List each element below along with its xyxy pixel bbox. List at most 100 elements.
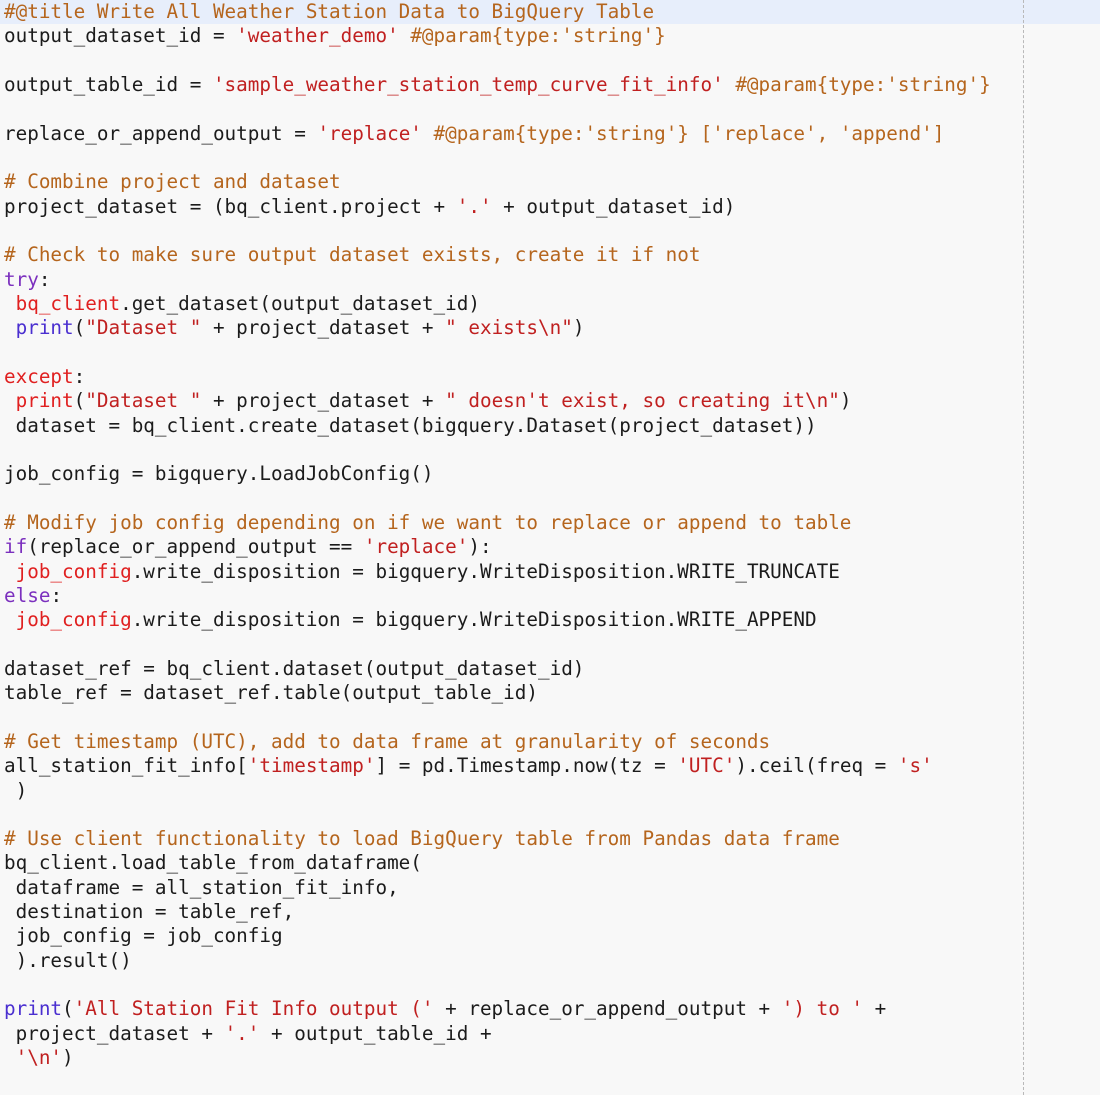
code-line[interactable]: else: xyxy=(0,584,1100,608)
code-token: # Check to make sure output dataset exis… xyxy=(4,243,701,267)
code-line[interactable]: print("Dataset " + project_dataset + " e… xyxy=(0,316,1100,340)
code-token: table_ref = dataset_ref.table(output_tab… xyxy=(4,681,538,705)
code-line[interactable] xyxy=(0,973,1100,997)
code-token: job_config = job_config xyxy=(4,924,283,948)
code-line[interactable]: print("Dataset " + project_dataset + " d… xyxy=(0,389,1100,413)
code-token: '.' xyxy=(224,1021,260,1045)
code-token: #@param{type:'string'} ['replace', 'appe… xyxy=(433,121,945,145)
code-token: ') to ' xyxy=(781,997,864,1021)
code-token: if xyxy=(4,535,28,559)
code-token: : xyxy=(38,267,51,291)
code-token: bq_client.load_table_from_dataframe( xyxy=(4,851,422,875)
code-line[interactable]: print('All Station Fit Info output (' + … xyxy=(0,997,1100,1021)
code-line[interactable] xyxy=(0,803,1100,827)
code-line[interactable]: job_config.write_disposition = bigquery.… xyxy=(0,560,1100,584)
code-line[interactable]: ) xyxy=(0,779,1100,803)
code-editor[interactable]: #@title Write All Weather Station Data t… xyxy=(0,0,1100,1095)
code-line[interactable]: except: xyxy=(0,365,1100,389)
code-line[interactable]: output_table_id = 'sample_weather_statio… xyxy=(0,73,1100,97)
code-token: 'sample_weather_station_temp_curve_fit_i… xyxy=(212,72,724,96)
code-token: #@param{type:'string'} xyxy=(735,72,991,96)
code-line[interactable]: all_station_fit_info['timestamp'] = pd.T… xyxy=(0,754,1100,778)
code-token: dataset_ref = bq_client.dataset(output_d… xyxy=(4,656,585,680)
code-token: bq_client xyxy=(15,291,121,315)
code-token: + project_dataset + xyxy=(201,316,446,340)
code-line[interactable]: job_config = job_config xyxy=(0,924,1100,948)
code-line[interactable] xyxy=(0,487,1100,511)
code-token: print xyxy=(15,389,74,413)
code-token: + output_dataset_id) xyxy=(491,194,736,218)
code-token: ).result() xyxy=(4,948,132,972)
code-token: 'timestamp' xyxy=(247,754,376,778)
code-line[interactable]: #@title Write All Weather Station Data t… xyxy=(0,0,1100,25)
code-token: "Dataset " xyxy=(85,389,202,413)
code-token: job_config xyxy=(15,559,132,583)
code-line[interactable]: dataframe = all_station_fit_info, xyxy=(0,876,1100,900)
code-line[interactable]: dataset_ref = bq_client.dataset(output_d… xyxy=(0,657,1100,681)
code-token: 'All Station Fit Info output (' xyxy=(73,997,434,1021)
code-line[interactable]: replace_or_append_output = 'replace' #@p… xyxy=(0,122,1100,146)
code-line[interactable]: # Use client functionality to load BigQu… xyxy=(0,827,1100,851)
code-line[interactable]: # Get timestamp (UTC), add to data frame… xyxy=(0,730,1100,754)
code-line[interactable]: project_dataset + '.' + output_table_id … xyxy=(0,1022,1100,1046)
code-line[interactable]: # Modify job config depending on if we w… xyxy=(0,511,1100,535)
code-token: dataset = bq_client.create_dataset(bigqu… xyxy=(4,413,817,437)
code-line[interactable]: if(replace_or_append_output == 'replace'… xyxy=(0,535,1100,559)
code-token: ).ceil(freq = xyxy=(735,754,898,778)
code-token: except xyxy=(4,364,74,388)
code-token: project_dataset + xyxy=(4,1021,225,1045)
code-line[interactable]: job_config.write_disposition = bigquery.… xyxy=(0,608,1100,632)
code-token: ] = pd.Timestamp.now(tz = xyxy=(375,754,678,778)
code-token: # Use client functionality to load BigQu… xyxy=(4,827,840,851)
code-token: 'replace' xyxy=(363,535,469,559)
code-token: (replace_or_append_output == xyxy=(27,535,364,559)
code-token: else xyxy=(4,583,51,607)
code-token: ( xyxy=(73,389,86,413)
code-token: + project_dataset + xyxy=(201,389,446,413)
code-line[interactable]: output_dataset_id = 'weather_demo' #@par… xyxy=(0,24,1100,48)
code-token: #@title Write All Weather Station Data t… xyxy=(4,0,655,23)
code-line[interactable] xyxy=(0,49,1100,73)
code-token: "Dataset " xyxy=(85,316,202,340)
code-line[interactable]: dataset = bq_client.create_dataset(bigqu… xyxy=(0,414,1100,438)
code-line[interactable] xyxy=(0,146,1100,170)
code-line[interactable] xyxy=(0,219,1100,243)
code-token: ) xyxy=(4,778,28,802)
code-token: ( xyxy=(62,997,74,1021)
code-token: try xyxy=(4,267,39,291)
code-token: ) xyxy=(839,389,852,413)
code-line[interactable]: job_config = bigquery.LoadJobConfig() xyxy=(0,462,1100,486)
code-line[interactable]: bq_client.load_table_from_dataframe( xyxy=(0,851,1100,875)
code-line[interactable] xyxy=(0,706,1100,730)
code-line[interactable]: # Check to make sure output dataset exis… xyxy=(0,243,1100,267)
code-token: 'UTC' xyxy=(677,754,736,778)
code-token: '.' xyxy=(456,194,492,218)
code-line[interactable]: try: xyxy=(0,268,1100,292)
code-line[interactable]: bq_client.get_dataset(output_dataset_id) xyxy=(0,292,1100,316)
code-content[interactable]: #@title Write All Weather Station Data t… xyxy=(0,0,1100,1070)
code-line[interactable] xyxy=(0,438,1100,462)
code-token: #@param{type:'string'} xyxy=(410,24,666,48)
code-token: dataframe = all_station_fit_info, xyxy=(4,875,399,899)
code-line[interactable]: ).result() xyxy=(0,949,1100,973)
code-line[interactable]: table_ref = dataset_ref.table(output_tab… xyxy=(0,681,1100,705)
code-line[interactable]: '\n') xyxy=(0,1046,1100,1070)
code-line[interactable] xyxy=(0,341,1100,365)
code-token: ) xyxy=(572,316,585,340)
code-line[interactable] xyxy=(0,633,1100,657)
code-token: " doesn't exist, so creating it\n" xyxy=(445,389,840,413)
code-token: # Get timestamp (UTC), add to data frame… xyxy=(4,729,771,753)
code-token: " exists\n" xyxy=(445,316,573,340)
code-line[interactable]: # Combine project and dataset xyxy=(0,170,1100,194)
code-token: + replace_or_append_output + xyxy=(433,997,782,1021)
code-line[interactable]: project_dataset = (bq_client.project + '… xyxy=(0,195,1100,219)
code-line[interactable]: destination = table_ref, xyxy=(0,900,1100,924)
code-line[interactable] xyxy=(0,97,1100,121)
